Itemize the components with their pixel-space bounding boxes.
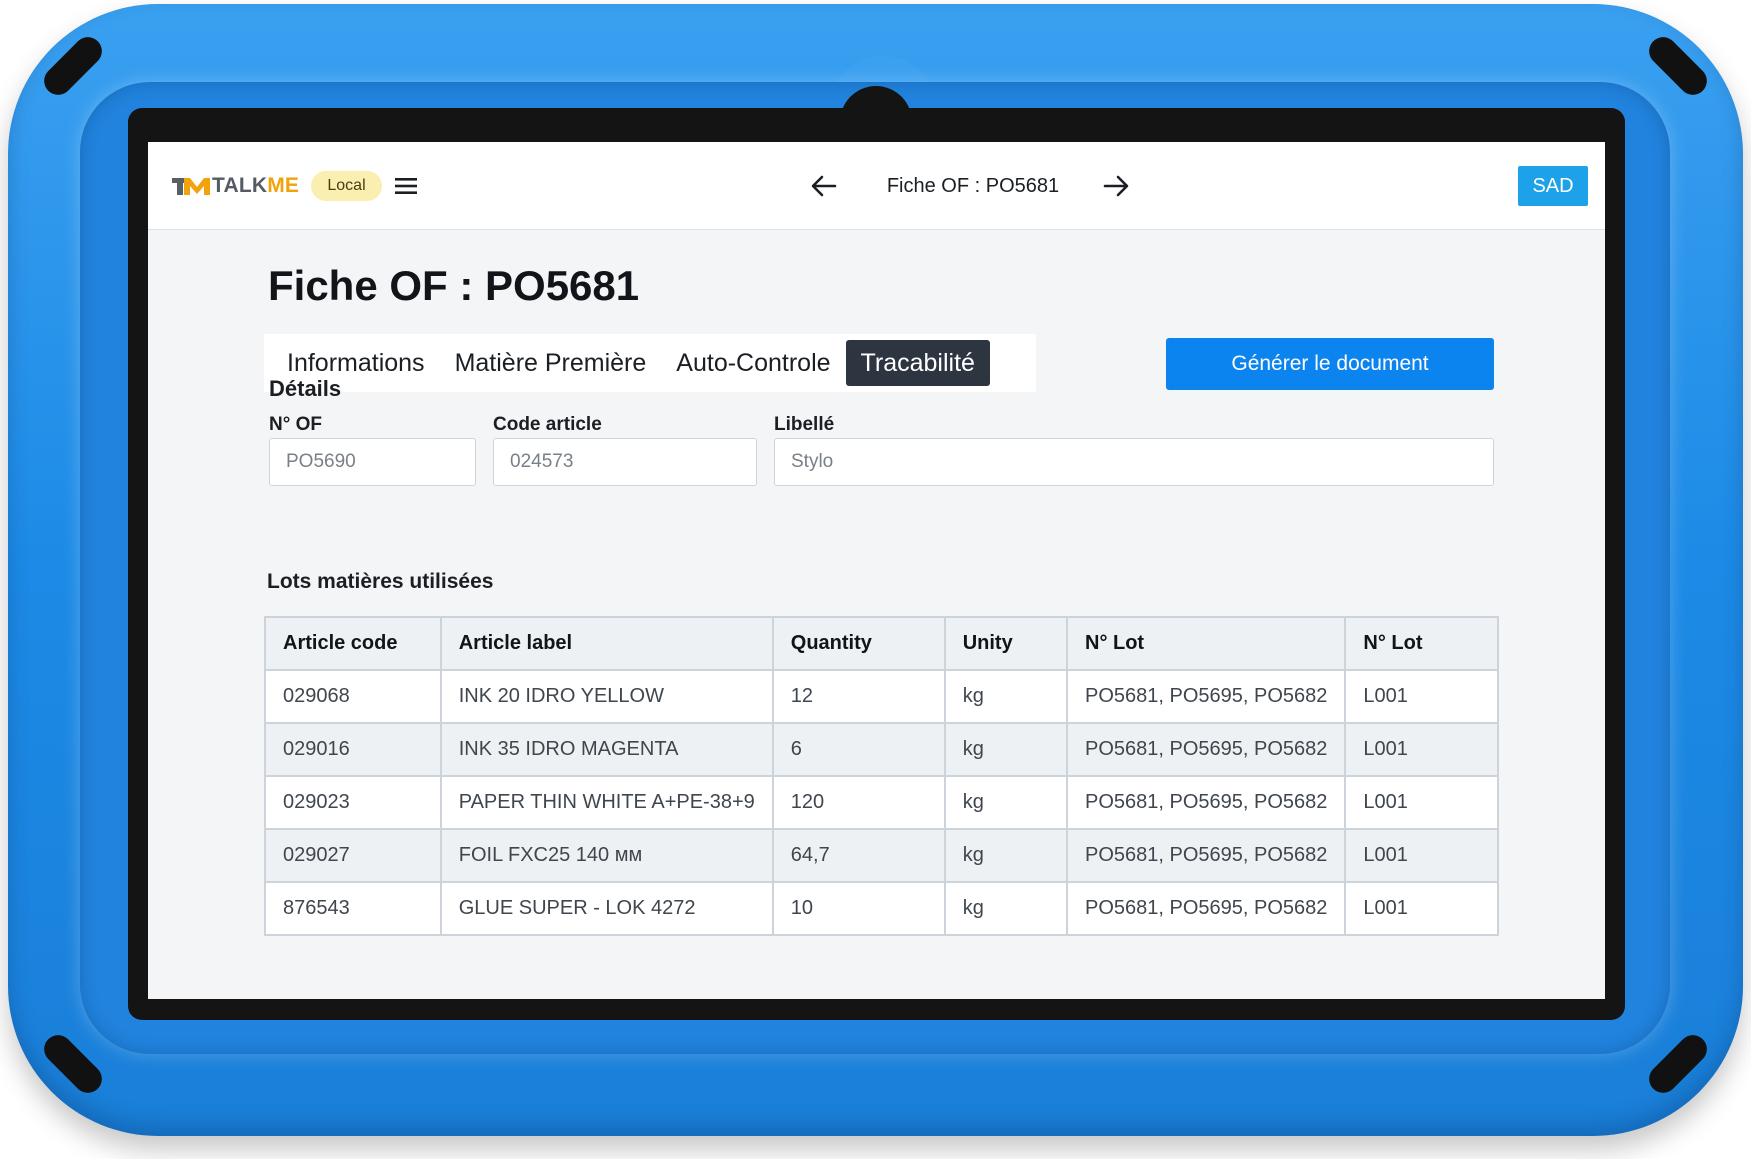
cell-quantity: 6 <box>771 722 946 777</box>
table-header-row: Article code Article label Quantity Unit… <box>264 616 1499 671</box>
cell-lot: L001 <box>1344 775 1499 830</box>
cell-lot: L001 <box>1344 722 1499 777</box>
brand-logo[interactable]: TALK ME <box>172 174 299 198</box>
cell-lot-numbers: PO5681, PO5695, PO5682 <box>1065 828 1347 883</box>
lots-table: Article code Article label Quantity Unit… <box>264 616 1499 936</box>
case-corner-slot <box>1643 31 1713 101</box>
cell-quantity: 12 <box>771 669 946 724</box>
arrow-left-icon[interactable] <box>810 172 838 200</box>
column-header-article-label: Article label <box>439 616 774 671</box>
cell-article-code: 029016 <box>264 722 442 777</box>
cell-lot: L001 <box>1344 881 1499 936</box>
cell-lot-numbers: PO5681, PO5695, PO5682 <box>1065 775 1347 830</box>
hamburger-menu-icon[interactable] <box>394 175 418 197</box>
cell-article-label: INK 35 IDRO MAGENTA <box>439 722 774 777</box>
cell-quantity: 64,7 <box>771 828 946 883</box>
cell-article-code: 029068 <box>264 669 442 724</box>
table-row[interactable]: 876543 GLUE SUPER - LOK 4272 10 kg PO568… <box>264 881 1499 936</box>
cell-unity: kg <box>943 828 1069 883</box>
generate-document-button[interactable]: Générer le document <box>1166 338 1494 390</box>
cell-quantity: 120 <box>771 775 946 830</box>
brand-name-part2: ME <box>267 174 300 197</box>
column-header-lot-number-2: N° Lot <box>1344 616 1499 671</box>
cell-unity: kg <box>943 881 1069 936</box>
column-header-article-code: Article code <box>264 616 442 671</box>
cell-article-code: 876543 <box>264 881 442 936</box>
top-bar: TALK ME Local Fiche OF : PO5681 SAD <box>148 142 1605 230</box>
cell-unity: kg <box>943 669 1069 724</box>
details-section-title: Détails <box>269 376 342 401</box>
table-row[interactable]: 029027 FOIL FXC25 140 мм 64,7 kg PO5681,… <box>264 828 1499 883</box>
cell-quantity: 10 <box>771 881 946 936</box>
tab-tracabilite[interactable]: Tracabilité <box>845 340 990 386</box>
tab-matiere-premiere[interactable]: Matière Première <box>440 340 662 386</box>
cell-unity: kg <box>943 722 1069 777</box>
cell-article-code: 029027 <box>264 828 442 883</box>
case-corner-slot <box>1643 1029 1713 1099</box>
cell-article-label: GLUE SUPER - LOK 4272 <box>439 881 774 936</box>
cell-unity: kg <box>943 775 1069 830</box>
article-code-input[interactable] <box>493 438 757 486</box>
environment-badge: Local <box>311 171 382 201</box>
cell-article-label: FOIL FXC25 140 мм <box>439 828 774 883</box>
cell-lot-numbers: PO5681, PO5695, PO5682 <box>1065 881 1347 936</box>
case-corner-slot <box>38 31 108 101</box>
cell-lot: L001 <box>1344 828 1499 883</box>
app-screen: TALK ME Local Fiche OF : PO5681 SAD Fiche… <box>148 142 1605 999</box>
cell-lot-numbers: PO5681, PO5695, PO5682 <box>1065 722 1347 777</box>
column-header-lot-number: N° Lot <box>1065 616 1347 671</box>
page-title: Fiche OF : PO5681 <box>268 262 640 309</box>
table-row[interactable]: 029023 PAPER THIN WHITE A+PE-38+9 120 kg… <box>264 775 1499 830</box>
cell-article-label: INK 20 IDRO YELLOW <box>439 669 774 724</box>
of-number-input[interactable] <box>269 438 476 486</box>
lots-section-title: Lots matières utilisées <box>267 570 494 593</box>
table-row[interactable]: 029016 INK 35 IDRO MAGENTA 6 kg PO5681, … <box>264 722 1499 777</box>
libelle-input[interactable] <box>774 438 1494 486</box>
user-avatar-button[interactable]: SAD <box>1518 166 1588 206</box>
table-row[interactable]: 029068 INK 20 IDRO YELLOW 12 kg PO5681, … <box>264 669 1499 724</box>
brand-name-part1: TALK <box>212 174 268 197</box>
column-header-quantity: Quantity <box>771 616 946 671</box>
tab-auto-controle[interactable]: Auto-Controle <box>661 340 845 386</box>
cell-lot-numbers: PO5681, PO5695, PO5682 <box>1065 669 1347 724</box>
article-code-label: Code article <box>493 414 602 435</box>
tab-bar: Informations Matière Première Auto-Contr… <box>264 334 1036 392</box>
case-corner-slot <box>38 1029 108 1099</box>
arrow-right-icon[interactable] <box>1102 172 1130 200</box>
cell-lot: L001 <box>1344 669 1499 724</box>
column-header-unity: Unity <box>943 616 1069 671</box>
header-title: Fiche OF : PO5681 <box>886 175 1060 197</box>
of-number-label: N° OF <box>269 414 322 435</box>
talkme-logo-icon <box>172 178 210 195</box>
cell-article-label: PAPER THIN WHITE A+PE-38+9 <box>439 775 774 830</box>
cell-article-code: 029023 <box>264 775 442 830</box>
libelle-label: Libellé <box>774 414 835 435</box>
